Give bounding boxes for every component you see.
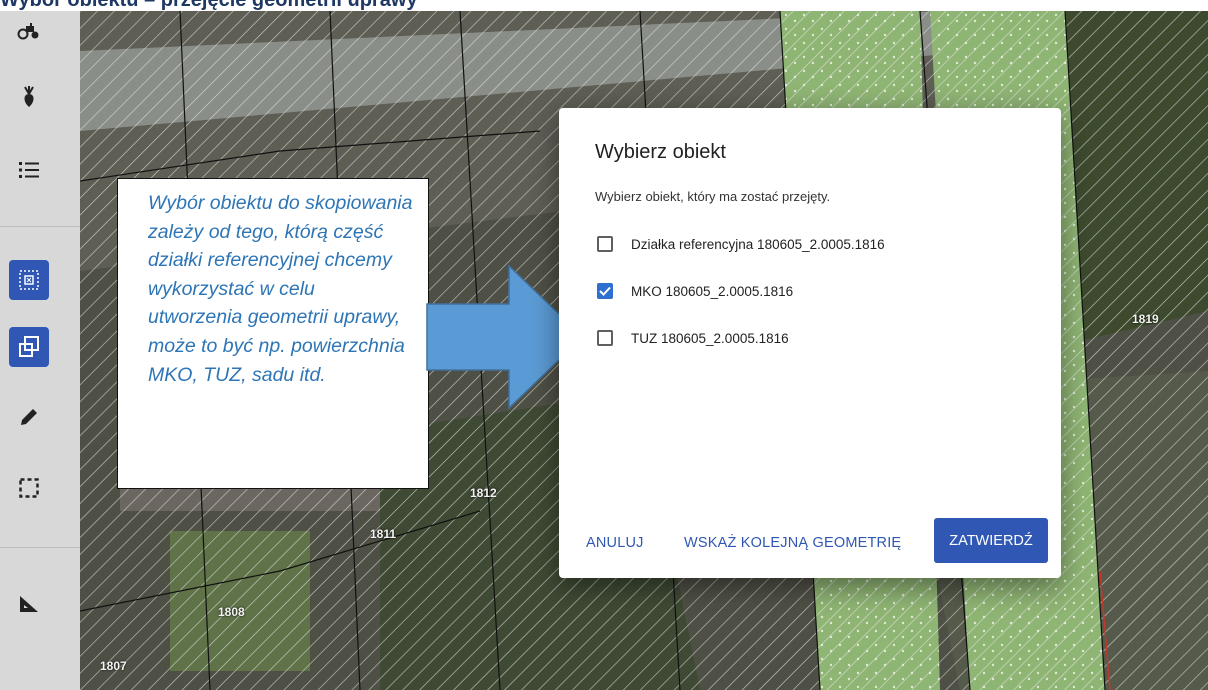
edit-button[interactable]: [9, 397, 49, 437]
measure-button[interactable]: [9, 584, 49, 624]
option-label: TUZ 180605_2.0005.1816: [631, 330, 789, 346]
checkbox-checked[interactable]: [597, 283, 613, 299]
select-object-dialog: Wybierz obiekt Wybierz obiekt, który ma …: [559, 108, 1061, 578]
confirm-button[interactable]: ZATWIERDŹ: [934, 518, 1048, 563]
parcel-label: 1807: [100, 659, 127, 673]
parcel-label: 1812: [470, 486, 497, 500]
pencil-icon: [21, 409, 37, 425]
parcel-label: 1808: [218, 605, 245, 619]
option-reference-parcel[interactable]: Działka referencyjna 180605_2.0005.1816: [597, 233, 885, 255]
crop-button[interactable]: [9, 77, 49, 117]
toolbar-divider: [0, 226, 80, 227]
callout-text: Wybór obiektu do skopiowania zależy od t…: [148, 192, 413, 386]
next-geometry-button[interactable]: WSKAŻ KOLEJNĄ GEOMETRIĘ: [684, 535, 901, 551]
beet-icon: [24, 86, 34, 107]
dialog-title: Wybierz obiekt: [595, 141, 726, 163]
checkbox[interactable]: [597, 236, 613, 252]
cropped-caption: Wybór obiektu – przejęcie geometrii upra…: [0, 0, 1208, 11]
option-label: MKO 180605_2.0005.1816: [631, 283, 794, 299]
draw-rectangle-button[interactable]: [9, 468, 49, 508]
left-toolbar: [0, 11, 80, 690]
toolbar-divider: [0, 547, 80, 548]
cropped-caption-text: Wybór obiektu – przejęcie geometrii upra…: [0, 0, 418, 11]
cancel-button[interactable]: ANULUJ: [586, 535, 644, 551]
checkbox[interactable]: [597, 330, 613, 346]
check-icon: [599, 286, 611, 296]
option-mko[interactable]: MKO 180605_2.0005.1816: [597, 280, 793, 302]
select-area-icon: [19, 270, 39, 290]
parcel-label: 1811: [370, 527, 397, 541]
dialog-subtitle: Wybierz obiekt, który ma zostać przejęty…: [595, 189, 831, 204]
select-area-button[interactable]: [9, 260, 49, 300]
measure-icon: [20, 596, 38, 612]
tractor-icon: [17, 23, 39, 40]
copy-geometry-icon: [19, 336, 39, 357]
parcel-label: 1819: [1132, 312, 1159, 326]
copy-geometry-button[interactable]: [9, 327, 49, 367]
tractor-button[interactable]: [9, 11, 49, 51]
option-label: Działka referencyjna 180605_2.0005.1816: [631, 236, 885, 252]
list-button[interactable]: [9, 150, 49, 190]
dashed-rectangle-icon: [19, 478, 39, 498]
list-icon: [19, 162, 39, 178]
option-tuz[interactable]: TUZ 180605_2.0005.1816: [597, 327, 789, 349]
instruction-callout: Wybór obiektu do skopiowania zależy od t…: [117, 178, 429, 489]
